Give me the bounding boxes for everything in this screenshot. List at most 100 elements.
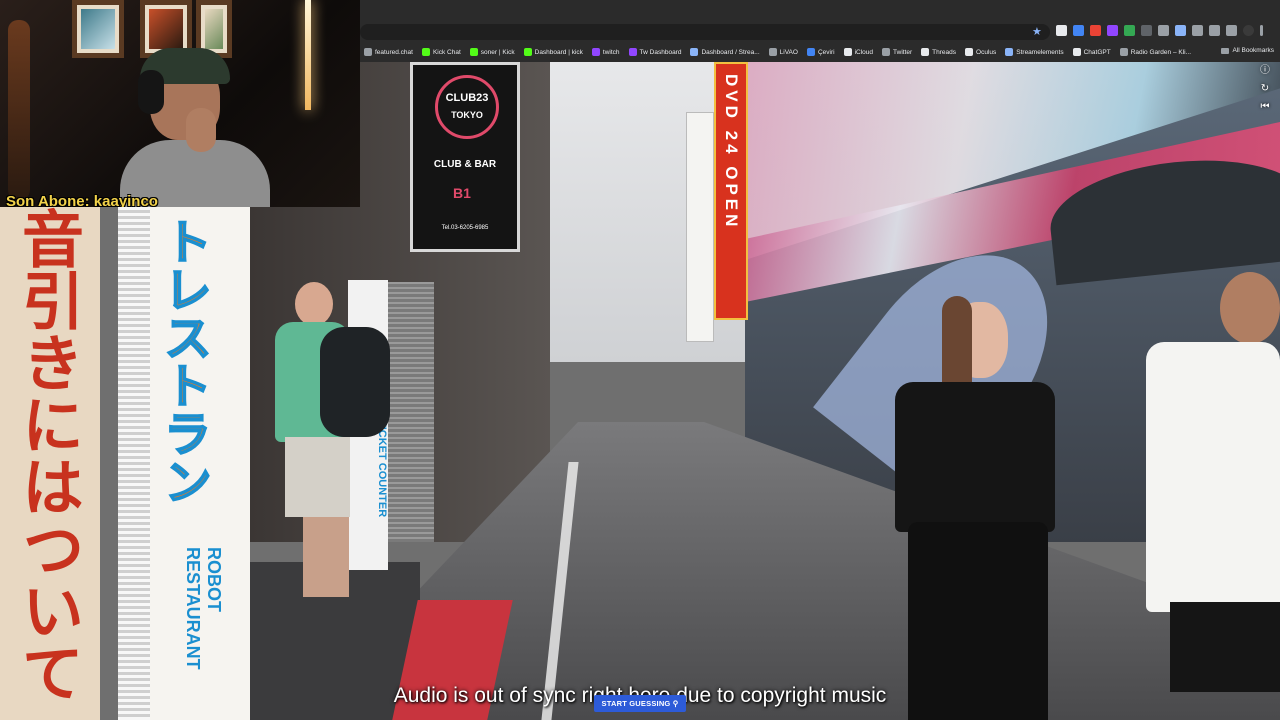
bookmark-favicon-icon bbox=[768, 48, 777, 56]
club-subtitle: CLUB & BAR bbox=[433, 159, 497, 170]
club-name: CLUB23 bbox=[445, 92, 489, 104]
robot-restaurant-poster: トレストラン ROBOT RESTAURANT bbox=[150, 207, 250, 720]
bookmark-favicon-icon bbox=[1072, 48, 1081, 56]
skip-back-icon[interactable]: ⏮ bbox=[1258, 100, 1272, 114]
backpack bbox=[320, 327, 390, 437]
club-phone: Tel.03-6205-6985 bbox=[441, 225, 489, 231]
bookmark-item[interactable]: Streamelements bbox=[1005, 48, 1064, 56]
streamer-hand bbox=[186, 108, 216, 152]
bookmark-item[interactable]: LiVAO bbox=[768, 48, 798, 56]
bookmark-favicon-icon bbox=[1005, 48, 1014, 56]
bookmark-item[interactable]: iCloud bbox=[843, 48, 874, 56]
address-bar[interactable] bbox=[360, 24, 1050, 40]
extensions-puzzle-icon[interactable] bbox=[1226, 25, 1237, 36]
bookmark-label: Dashboard / Strea... bbox=[701, 48, 760, 56]
bookmark-favicon-icon bbox=[469, 48, 478, 56]
wall-art bbox=[149, 9, 183, 49]
extension-icon[interactable] bbox=[1175, 25, 1186, 36]
all-bookmarks-label: All Bookmarks bbox=[1232, 47, 1274, 54]
bookmark-item[interactable]: ChatGPT bbox=[1072, 48, 1111, 56]
person-head bbox=[1220, 272, 1280, 344]
bookmark-label: twitch bbox=[602, 48, 620, 56]
bookmark-favicon-icon bbox=[364, 48, 372, 56]
bookmark-item[interactable]: featured.chat bbox=[364, 48, 413, 56]
bookmark-favicon-icon bbox=[806, 48, 815, 56]
vertical-sign bbox=[686, 112, 714, 342]
wall-art bbox=[81, 9, 115, 49]
person-leg bbox=[303, 517, 349, 597]
bookmark-favicon-icon bbox=[523, 48, 532, 56]
bookmark-label: Streamelements bbox=[1016, 48, 1064, 56]
pedestrian-backpack bbox=[275, 282, 395, 612]
headphone bbox=[138, 70, 164, 114]
bookmark-label: ChatGPT bbox=[1083, 48, 1111, 56]
club-floor: B1 bbox=[453, 185, 471, 201]
bookmark-label: Dashboard | kick bbox=[534, 48, 583, 56]
person-shorts bbox=[1170, 602, 1280, 692]
refresh-icon[interactable]: ↻ bbox=[1258, 82, 1272, 96]
bookmark-favicon-icon bbox=[843, 48, 852, 56]
menu-icon[interactable] bbox=[1260, 25, 1263, 36]
bookmark-label: Twitter bbox=[893, 48, 913, 56]
profile-avatar[interactable] bbox=[1243, 25, 1254, 36]
club-logo-circle: CLUB23 TOKYO bbox=[435, 75, 499, 139]
pedestrian-woman bbox=[890, 296, 1060, 720]
light-bar bbox=[305, 0, 311, 110]
left-banner-text: 音引きにはついて bbox=[12, 207, 81, 703]
extension-icon[interactable] bbox=[1141, 25, 1152, 36]
person-torso bbox=[1146, 342, 1280, 612]
club-sign: CLUB23 TOKYO CLUB & BAR B1 Tel.03-6205-6… bbox=[410, 62, 520, 252]
extension-icon[interactable] bbox=[1090, 25, 1101, 36]
bookmark-label: iCloud bbox=[854, 48, 874, 56]
folder-icon bbox=[1221, 47, 1230, 54]
stream-view: ★ featured.chat Kick Chat soner | Kick Dash… bbox=[0, 0, 1280, 720]
bookmark-item[interactable]: Çeviri bbox=[806, 48, 835, 56]
person-head bbox=[295, 282, 333, 326]
dvd-sign-text: DVD 24 OPEN bbox=[722, 74, 741, 231]
poster-text: トレストラン bbox=[155, 216, 210, 506]
bookmark-item[interactable]: soner | Kick bbox=[469, 48, 515, 56]
extension-icon[interactable] bbox=[1056, 25, 1067, 36]
extension-icon[interactable] bbox=[1107, 25, 1118, 36]
bookmark-item[interactable]: Dashboard / Strea... bbox=[690, 48, 760, 56]
bookmark-item[interactable]: Oculus bbox=[965, 48, 996, 56]
extension-icon[interactable] bbox=[1192, 25, 1203, 36]
bookmark-item[interactable]: Tw Dashboard bbox=[628, 48, 682, 56]
start-guessing-button[interactable]: START GUESSING ⚲ bbox=[594, 695, 686, 712]
extension-icon[interactable] bbox=[1124, 25, 1135, 36]
bookmark-item[interactable]: twitch bbox=[591, 48, 620, 56]
bookmark-item[interactable]: Threads bbox=[921, 48, 956, 56]
bookmark-favicon-icon bbox=[1119, 48, 1128, 56]
bookmark-star-icon[interactable]: ★ bbox=[1032, 24, 1044, 40]
person-torso bbox=[895, 382, 1055, 532]
bookmark-favicon-icon bbox=[690, 48, 699, 56]
info-icon[interactable]: ⓘ bbox=[1258, 64, 1272, 78]
video-controls: ⓘ ↻ ⏮ bbox=[1258, 64, 1272, 114]
bookmark-label: LiVAO bbox=[779, 48, 798, 56]
person-shorts bbox=[285, 437, 350, 517]
bookmark-item[interactable]: Twitter bbox=[882, 48, 912, 56]
bookmark-favicon-icon bbox=[591, 48, 600, 56]
wall-art bbox=[205, 9, 223, 49]
bookmark-label: Çeviri bbox=[817, 48, 835, 56]
bookmark-favicon-icon bbox=[628, 48, 637, 56]
bookmark-label: featured.chat bbox=[375, 48, 413, 56]
extension-icon[interactable] bbox=[1209, 25, 1220, 36]
bookmark-label: Tw Dashboard bbox=[639, 48, 682, 56]
guitar bbox=[8, 20, 30, 200]
extension-icon[interactable] bbox=[1073, 25, 1084, 36]
bookmark-label: Radio Garden – Kli... bbox=[1130, 48, 1192, 56]
bookmark-label: Oculus bbox=[976, 48, 997, 56]
bookmark-label: Kick Chat bbox=[432, 48, 461, 56]
left-banner: 音引きにはついて bbox=[0, 207, 100, 720]
led-strip bbox=[118, 207, 154, 720]
bookmark-favicon-icon bbox=[965, 48, 974, 56]
bookmark-item[interactable]: Dashboard | kick bbox=[523, 48, 583, 56]
all-bookmarks-button[interactable]: All Bookmarks bbox=[1221, 47, 1274, 54]
dvd-sign: DVD 24 OPEN bbox=[714, 62, 748, 320]
extension-icon[interactable] bbox=[1158, 25, 1169, 36]
bookmark-label: Threads bbox=[932, 48, 957, 56]
bookmark-item[interactable]: Kick Chat bbox=[421, 48, 461, 56]
bookmark-item[interactable]: Radio Garden – Kli... bbox=[1119, 48, 1192, 56]
bookmark-favicon-icon bbox=[882, 48, 891, 56]
